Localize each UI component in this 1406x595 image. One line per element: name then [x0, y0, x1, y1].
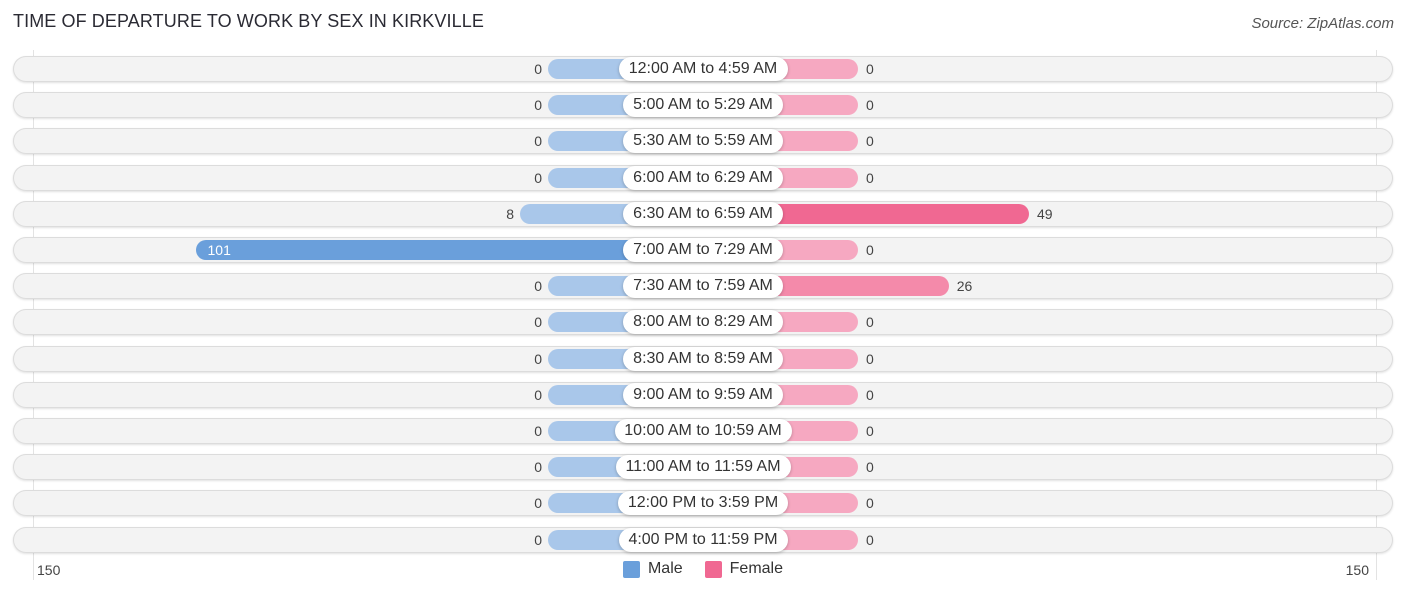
- legend-label-male: Male: [647, 560, 683, 577]
- category-label: 11:00 AM to 11:59 AM: [615, 455, 791, 480]
- value-label-male: 101: [207, 242, 231, 258]
- category-label: 9:00 AM to 9:59 AM: [623, 382, 783, 407]
- category-label: 7:30 AM to 7:59 AM: [623, 274, 783, 299]
- legend-swatch-female: [704, 560, 722, 578]
- category-label: 5:00 AM to 5:29 AM: [623, 93, 783, 118]
- legend-item-female[interactable]: Female: [704, 560, 784, 578]
- value-label-female: 0: [866, 242, 874, 258]
- value-label-female: 0: [866, 61, 874, 77]
- category-label: 6:30 AM to 6:59 AM: [623, 201, 783, 226]
- value-label-female: 0: [866, 314, 874, 331]
- value-label-male: 0: [534, 531, 542, 548]
- value-label-female: 26: [956, 278, 973, 295]
- category-label: 7:00 AM to 7:29 AM: [623, 238, 783, 262]
- value-label-female: 0: [866, 423, 874, 439]
- value-label-male: 0: [534, 278, 542, 295]
- legend-item-male[interactable]: Male: [622, 560, 683, 578]
- value-label-female: 49: [1037, 205, 1053, 222]
- value-label-female: 0: [866, 350, 874, 367]
- category-label: 12:00 PM to 3:59 PM: [618, 491, 788, 516]
- category-label: 5:30 AM to 5:59 AM: [623, 129, 783, 154]
- value-label-male: 0: [534, 169, 542, 186]
- value-label-male: 0: [534, 495, 542, 512]
- category-label: 4:00 PM to 11:59 PM: [618, 527, 788, 552]
- value-label-female: 0: [866, 97, 874, 114]
- category-label: 8:30 AM to 8:59 AM: [623, 346, 783, 371]
- value-label-male: 0: [534, 61, 542, 77]
- value-label-male: 0: [534, 97, 542, 114]
- value-label-female: 0: [866, 531, 874, 548]
- category-label: 8:00 AM to 8:29 AM: [623, 310, 783, 335]
- value-label-male: 8: [506, 205, 515, 222]
- value-label-male: 0: [534, 314, 542, 331]
- value-label-female: 0: [866, 169, 874, 186]
- value-label-male: 0: [534, 423, 542, 439]
- value-label-female: 0: [866, 133, 874, 150]
- legend: Male Female: [0, 560, 1406, 578]
- value-label-female: 0: [866, 459, 874, 476]
- category-label: 10:00 AM to 10:59 AM: [614, 419, 792, 443]
- chart-area: 0 0 12:00 AM to 4:59 AM 0 0 5:00 AM to 5:29 A…: [0, 0, 1406, 595]
- category-label: 12:00 AM to 4:59 AM: [618, 57, 788, 81]
- value-label-male: 0: [534, 459, 542, 476]
- category-label: 6:00 AM to 6:29 AM: [623, 165, 783, 190]
- value-label-male: 0: [534, 133, 542, 150]
- value-label-female: 0: [866, 386, 874, 403]
- legend-label-female: Female: [729, 560, 784, 577]
- value-label-male: 0: [534, 386, 542, 403]
- legend-swatch-male: [622, 560, 640, 578]
- value-label-female: 0: [866, 495, 874, 512]
- value-label-male: 0: [534, 350, 542, 367]
